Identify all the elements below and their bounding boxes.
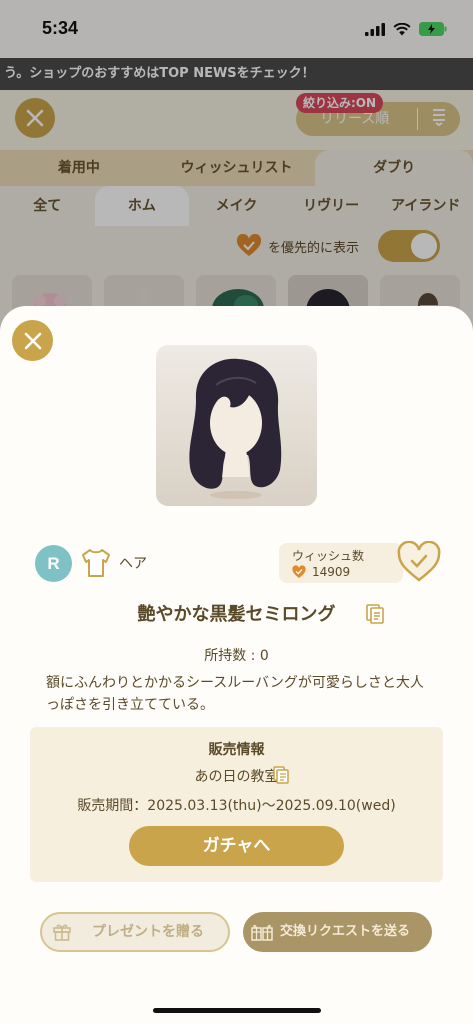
home-indicator[interactable] xyxy=(153,1008,321,1013)
owned-count: 所持数 : 0 xyxy=(204,648,269,664)
rarity-badge: R xyxy=(35,545,72,582)
document-icon[interactable] xyxy=(273,766,289,784)
sale-source-label: あの日の教室 xyxy=(194,769,279,785)
item-image xyxy=(156,345,317,506)
item-name: 艶やかな黒髪セミロング xyxy=(137,604,336,625)
gift-icon xyxy=(53,924,71,941)
add-to-wishlist-heart-icon[interactable] xyxy=(397,541,441,583)
sale-source: あの日の教室 xyxy=(0,766,473,786)
close-detail-button[interactable] xyxy=(12,320,53,361)
document-icon[interactable] xyxy=(366,604,384,624)
hair-illustration xyxy=(189,358,282,499)
item-description: 額にふんわりとかかるシースルーバングが可愛らしさと大人っぽさを引き立てている。 xyxy=(46,675,424,713)
close-icon xyxy=(24,332,41,349)
wish-title: ウィッシュ数 xyxy=(292,549,365,563)
item-category: ヘア xyxy=(119,556,147,572)
item-name-row: 艶やかな黒髪セミロング xyxy=(0,600,473,626)
sale-period: 販売期間：2025.03.13(thu)〜2025.09.10(wed) xyxy=(77,798,396,814)
wish-heart-icon xyxy=(292,565,306,578)
shirt-icon xyxy=(82,549,110,577)
gift-exchange-icon xyxy=(251,924,273,941)
wish-count: 14909 xyxy=(312,565,351,579)
go-to-gacha-button[interactable]: ガチャへ xyxy=(129,826,344,866)
sale-info-title: 販売情報 xyxy=(208,742,265,758)
